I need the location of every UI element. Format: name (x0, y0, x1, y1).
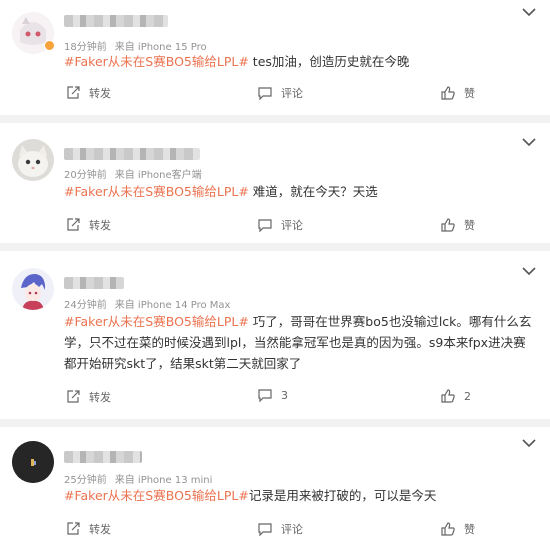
comment-body: tes加油，创造历史就在今晚 (248, 54, 410, 69)
avatar[interactable] (12, 268, 54, 310)
comment-button[interactable]: 3 (258, 389, 288, 402)
comment-card: 18分钟前 来自 iPhone 15 Pro #Faker从未在S赛BO5输给LP… (0, 0, 550, 115)
like-button[interactable]: 赞 (441, 521, 475, 537)
like-button[interactable]: 赞 (441, 85, 475, 101)
repost-button[interactable]: 转发 (66, 521, 111, 537)
thumbs-up-icon (441, 522, 455, 536)
hashtag-link[interactable]: #Faker从未在S赛BO5输给LPL# (64, 314, 249, 329)
comment-button[interactable]: 评论 (258, 217, 303, 233)
avatar-image (12, 268, 54, 310)
like-label: 赞 (464, 219, 475, 232)
chevron-down-icon[interactable] (522, 266, 536, 276)
like-count: 2 (464, 389, 471, 403)
comment-card: 20分钟前 来自 iPhone客户端 #Faker从未在S赛BO5输给LPL# 难… (0, 123, 550, 243)
comment-time: 20分钟前 (64, 170, 107, 181)
action-bar: 转发 评论 赞 (0, 217, 550, 237)
repost-button[interactable]: 转发 (66, 85, 111, 101)
repost-label: 转发 (89, 219, 111, 232)
chevron-down-icon[interactable] (522, 7, 536, 17)
comment-source: 来自 iPhone客户端 (114, 170, 202, 181)
avatar-image (12, 441, 54, 483)
comment-body: 记录是用来被打破的，可以是今天 (248, 488, 437, 503)
avatar[interactable] (12, 441, 54, 483)
comment-label: 评论 (281, 523, 303, 536)
chevron-down-icon[interactable] (522, 137, 536, 147)
comment-meta: 25分钟前 来自 iPhone 13 mini (64, 471, 212, 486)
like-button[interactable]: 赞 (441, 217, 475, 233)
avatar[interactable] (12, 139, 54, 181)
thumbs-up-icon (441, 389, 455, 403)
like-label: 赞 (464, 87, 475, 100)
action-bar: 转发 评论 赞 (0, 521, 550, 541)
hashtag-link[interactable]: #Faker从未在S赛BO5输给LPL# (64, 54, 249, 69)
repost-icon (67, 522, 80, 535)
repost-button[interactable]: 转发 (66, 217, 111, 233)
comment-label: 评论 (281, 87, 303, 100)
comment-button[interactable]: 评论 (258, 521, 303, 537)
avatar-image (12, 139, 54, 181)
thumbs-up-icon (441, 86, 455, 100)
repost-icon (67, 86, 80, 99)
hashtag-link[interactable]: #Faker从未在S赛BO5输给LPL# (64, 184, 249, 199)
comment-text: #Faker从未在S赛BO5输给LPL# tes加油，创造历史就在今晚 (64, 51, 536, 72)
comment-icon (258, 218, 272, 232)
like-label: 赞 (464, 523, 475, 536)
like-button[interactable]: 2 (441, 389, 471, 403)
comment-card: 25分钟前 来自 iPhone 13 mini #Faker从未在S赛BO5输给L… (0, 427, 550, 542)
chevron-down-icon[interactable] (522, 438, 536, 448)
comment-meta: 24分钟前 来自 iPhone 14 Pro Max (64, 296, 230, 311)
comment-meta: 20分钟前 来自 iPhone客户端 (64, 166, 202, 181)
comment-card: 24分钟前 来自 iPhone 14 Pro Max #Faker从未在S赛BO5… (0, 251, 550, 419)
comment-label: 评论 (281, 219, 303, 232)
comment-text: #Faker从未在S赛BO5输给LPL#记录是用来被打破的，可以是今天 (64, 485, 536, 506)
repost-label: 转发 (89, 391, 111, 404)
comment-text: #Faker从未在S赛BO5输给LPL# 巧了，哥哥在世界赛bo5也没输过lck… (64, 311, 536, 374)
comment-count: 3 (281, 389, 288, 402)
repost-icon (67, 390, 80, 403)
hashtag-link[interactable]: #Faker从未在S赛BO5输给LPL# (64, 488, 249, 503)
comment-time: 24分钟前 (64, 300, 107, 311)
comment-source: 来自 iPhone 14 Pro Max (114, 300, 231, 311)
username-blurred[interactable] (64, 277, 124, 289)
repost-button[interactable]: 转发 (66, 389, 111, 405)
verified-badge-icon (44, 40, 55, 51)
username-blurred[interactable] (64, 451, 142, 463)
repost-label: 转发 (89, 523, 111, 536)
comment-button[interactable]: 评论 (258, 85, 303, 101)
comment-icon (258, 522, 272, 536)
action-bar: 转发 评论 赞 (0, 85, 550, 105)
action-bar: 转发 3 2 (0, 389, 550, 409)
username-blurred[interactable] (64, 148, 200, 160)
comment-text: #Faker从未在S赛BO5输给LPL# 难道，就在今天？天选 (64, 181, 536, 202)
comment-icon (258, 389, 272, 402)
comment-icon (258, 86, 272, 100)
comment-body: 难道，就在今天？天选 (248, 184, 378, 199)
thumbs-up-icon (441, 218, 455, 232)
repost-icon (67, 218, 80, 231)
repost-label: 转发 (89, 87, 111, 100)
username-blurred[interactable] (64, 15, 168, 27)
